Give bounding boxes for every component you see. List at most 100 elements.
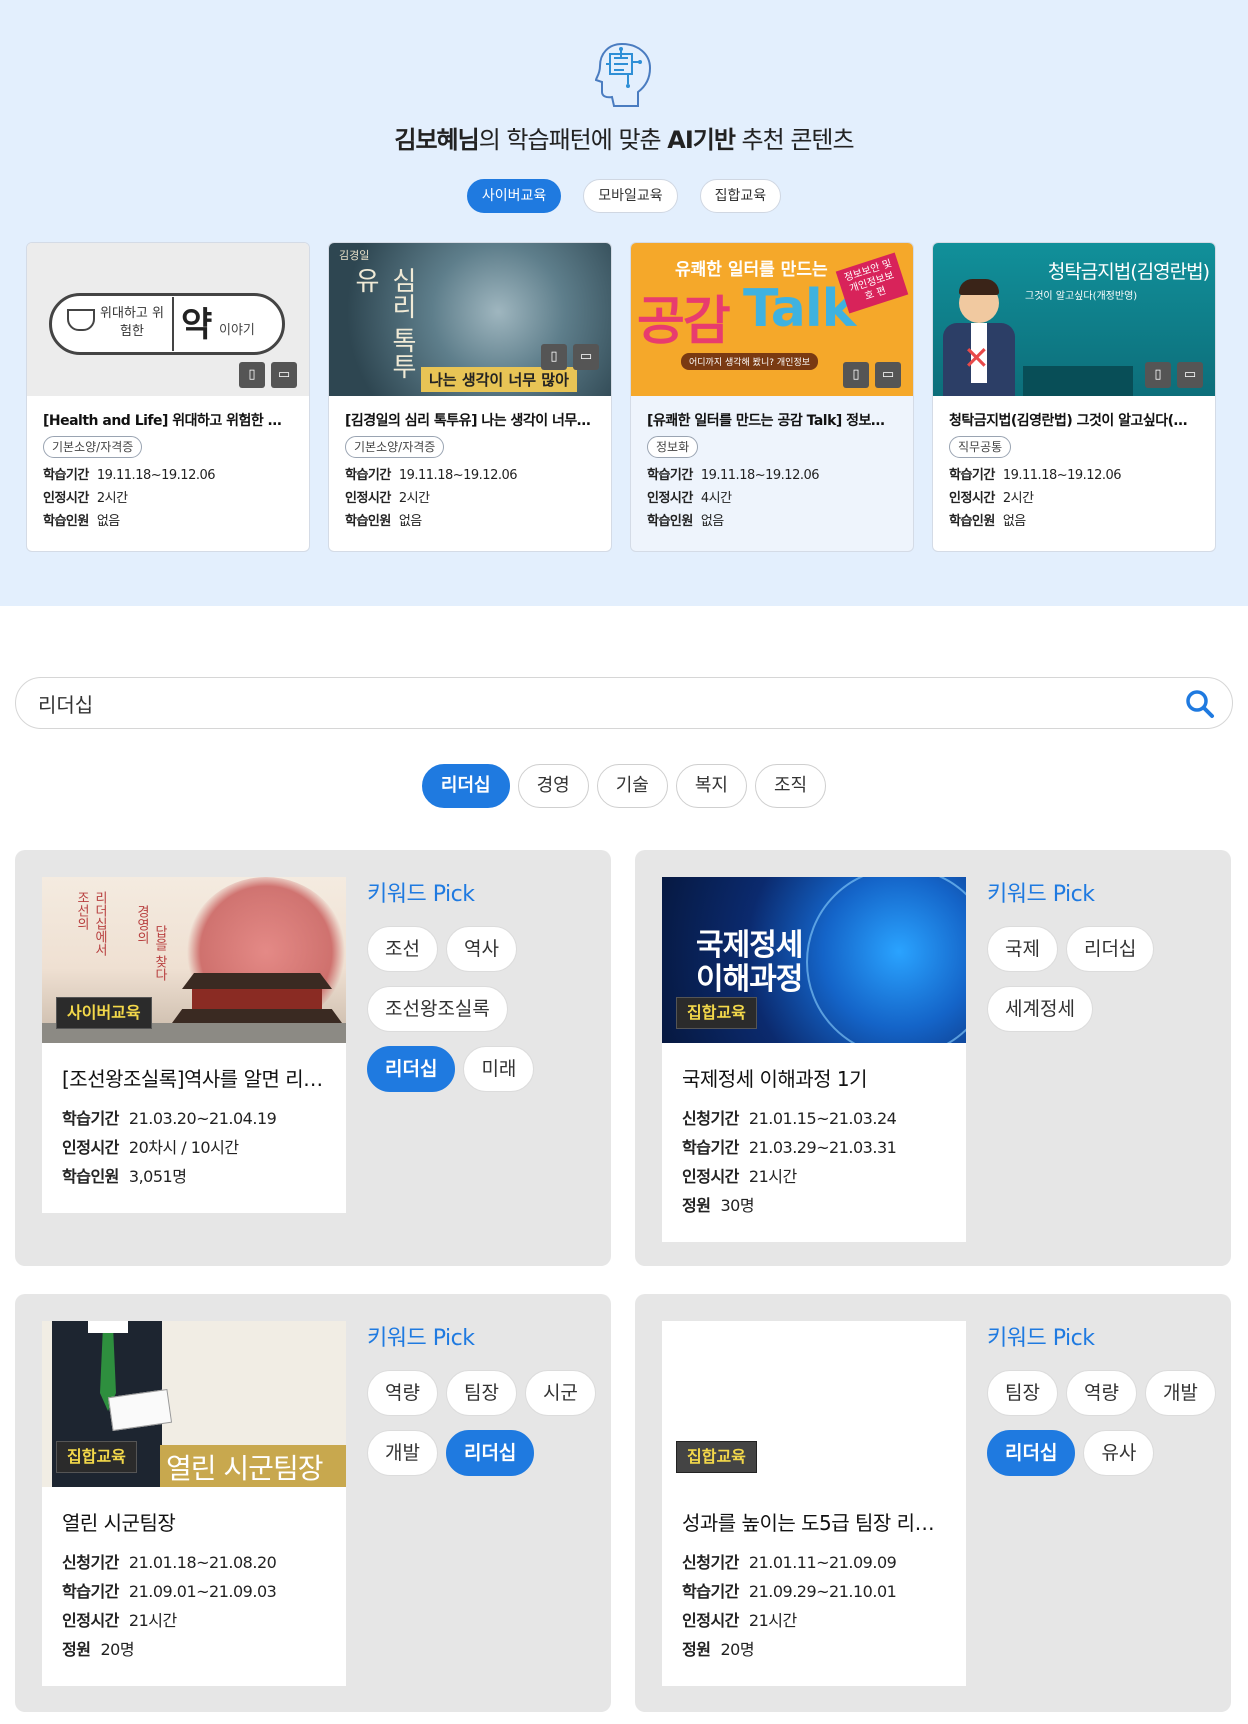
- category-badge: 기본소양/자격증: [345, 436, 445, 458]
- course-title[interactable]: [조선왕조실록]역사를 알면 리더십이 보인다: [62, 1063, 326, 1092]
- card-title[interactable]: 청탁금지법(김영란법) 그것이 알고싶다(개정반영): [949, 410, 1199, 430]
- pc-icon: ▭: [1177, 362, 1203, 388]
- ai-recommend-section: 김보혜님의 학습패턴에 맞춘 AI기반 추천 콘텐츠 사이버교육 모바일교육 집…: [0, 0, 1248, 606]
- course-card[interactable]: 조선의 리더십에서 경영의 답을 찾다 사이버교육 [조선왕조실록]역사를 알면…: [42, 877, 346, 1213]
- study-period: 학습기간 19.11.18~19.12.06: [43, 468, 216, 483]
- course-card[interactable]: 집합교육 성과를 높이는 도5급 팀장 리더십 신청기간 21.01.11~21.…: [662, 1321, 966, 1686]
- learners: 학습인원 없음: [949, 514, 1026, 529]
- keyword-tag[interactable]: 리더십: [445, 1430, 535, 1476]
- keyword-tag[interactable]: 리더십: [987, 1430, 1076, 1476]
- course-info-line: 학습인원 3,051명: [62, 1167, 187, 1186]
- thumb-text: 답을 찾다: [152, 925, 167, 982]
- keyword-tag[interactable]: 조선: [367, 926, 438, 972]
- keyword-tag[interactable]: 미래: [463, 1046, 535, 1092]
- course-info-line: 학습기간 21.03.29~21.03.31: [682, 1138, 897, 1157]
- keyword-tag[interactable]: 역량: [367, 1370, 438, 1416]
- course-info-line: 신청기간 21.01.18~21.08.20: [62, 1553, 277, 1572]
- recommend-card[interactable]: 김경일 심리 톡투유 나는 생각이 너무 많아 ▯ ▭ [김경일의 심리 톡투유…: [328, 242, 612, 552]
- course-box: 국제정세 이해과정 집합교육 국제정세 이해과정 1기 신청기간 21.01.15…: [635, 850, 1231, 1266]
- keyword-tag[interactable]: 개발: [1144, 1370, 1216, 1416]
- course-title[interactable]: 국제정세 이해과정 1기: [682, 1063, 946, 1092]
- keyword-tag-list: 역량 팀장 시군 개발 리더십: [367, 1370, 597, 1476]
- course-info-line: 정원 20명: [682, 1640, 755, 1659]
- course-card[interactable]: 열린 시군팀장 집합교육 열린 시군팀장 신청기간 21.01.18~21.08.…: [42, 1321, 346, 1686]
- keyword-tag[interactable]: 개발: [367, 1430, 438, 1476]
- keyword-tag[interactable]: 세계정세: [987, 986, 1093, 1032]
- keyword-tag-list: 팀장 역량 개발 리더십 유사: [987, 1370, 1217, 1476]
- keyword-tab-technology[interactable]: 기술: [596, 764, 668, 808]
- title-text: 의 학습패턴에 맞춘: [478, 126, 668, 154]
- course-info-line: 인정시간 20차시 / 10시간: [62, 1138, 239, 1157]
- keyword-tag[interactable]: 팀장: [445, 1370, 517, 1416]
- keyword-tab-management[interactable]: 경영: [517, 764, 589, 808]
- card-title[interactable]: [Health and Life] 위대하고 위험한 약 이야기: [43, 410, 293, 430]
- course-info-line: 신청기간 21.01.11~21.09.09: [682, 1553, 897, 1572]
- course-info-line: 학습기간 21.03.20~21.04.19: [62, 1109, 277, 1128]
- keyword-tag[interactable]: 조선왕조실록: [367, 986, 508, 1032]
- course-title[interactable]: 성과를 높이는 도5급 팀장 리더십: [682, 1507, 946, 1536]
- tab-mobile[interactable]: 모바일교육: [583, 179, 678, 213]
- card-title[interactable]: [유쾌한 일터를 만드는 공감 Talk] 정보보안 및 개인정보보호 편: [647, 410, 897, 430]
- learners: 학습인원 없음: [647, 514, 724, 529]
- keyword-tag[interactable]: 유사: [1083, 1430, 1155, 1476]
- thumb-text: 국제정세: [696, 928, 803, 963]
- keyword-pick: 키워드 Pick 역량 팀장 시군 개발 리더십: [367, 1320, 597, 1476]
- user-name: 김보혜님: [394, 126, 479, 154]
- thumb-text: 청탁금지법(김영란법): [1047, 261, 1210, 283]
- mobile-icon: ▯: [1145, 362, 1171, 388]
- course-box: 열린 시군팀장 집합교육 열린 시군팀장 신청기간 21.01.18~21.08.…: [15, 1294, 611, 1712]
- study-period: 학습기간 19.11.18~19.12.06: [647, 468, 820, 483]
- course-title[interactable]: 열린 시군팀장: [62, 1507, 326, 1536]
- pc-icon: ▭: [875, 362, 901, 388]
- mobile-icon: ▯: [843, 362, 869, 388]
- device-icons: ▯ ▭: [843, 362, 901, 388]
- card-title[interactable]: [김경일의 심리 톡투유] 나는 생각이 너무 많아: [345, 410, 595, 430]
- thumb-text: 약: [181, 305, 213, 345]
- course-info-line: 정원 30명: [682, 1196, 755, 1215]
- title-emphasis: AI기반: [667, 126, 736, 154]
- course-card[interactable]: 국제정세 이해과정 집합교육 국제정세 이해과정 1기 신청기간 21.01.15…: [662, 877, 966, 1242]
- course-thumbnail: 열린 시군팀장 집합교육: [42, 1321, 346, 1487]
- keyword-tag[interactable]: 시군: [524, 1370, 596, 1416]
- pc-icon: ▭: [573, 344, 599, 370]
- keyword-pick: 키워드 Pick 조선 역사 조선왕조실록 리더십 미래: [367, 876, 597, 1092]
- thumb-caption: 어디까지 생각해 봤니? 개인정보: [681, 353, 819, 370]
- course-type-badge: 사이버교육: [56, 997, 152, 1029]
- course-info-line: 인정시간 21시간: [682, 1167, 797, 1186]
- thumb-text: 김경일: [339, 249, 370, 262]
- keyword-pick: 키워드 Pick 팀장 역량 개발 리더십 유사: [987, 1320, 1217, 1476]
- category-badge: 기본소양/자격증: [43, 436, 143, 458]
- category-badge: 직무공통: [949, 436, 1012, 458]
- recommend-card[interactable]: 청탁금지법(김영란법) 그것이 알고싶다(개정반영) ✕ ▯ ▭ 청탁금지법(김…: [932, 242, 1216, 552]
- thumb-text: 경영의: [134, 905, 149, 944]
- keyword-tag[interactable]: 역량: [1065, 1370, 1137, 1416]
- thumb-text: 리더십에서: [92, 891, 107, 956]
- keyword-tag[interactable]: 팀장: [987, 1370, 1058, 1416]
- search-icon[interactable]: [1184, 688, 1216, 720]
- search-input[interactable]: [38, 678, 1138, 728]
- course-type-badge: 집합교육: [676, 997, 757, 1029]
- course-info-line: 학습기간 21.09.29~21.10.01: [682, 1582, 897, 1601]
- keyword-tab-leadership[interactable]: 리더십: [421, 764, 510, 808]
- thumb-text: Talk: [743, 279, 856, 339]
- recommend-card[interactable]: 위대하고 위험한 약 이야기 ▯ ▭ [Health and Life] 위대하…: [26, 242, 310, 552]
- credit-hours: 인정시간 2시간: [43, 491, 128, 506]
- keyword-tag[interactable]: 리더십: [1065, 926, 1155, 972]
- keyword-tag[interactable]: 국제: [987, 926, 1058, 972]
- keyword-tag[interactable]: 리더십: [367, 1046, 456, 1092]
- course-thumbnail: 조선의 리더십에서 경영의 답을 찾다 사이버교육: [42, 877, 346, 1043]
- card-thumbnail: 김경일 심리 톡투유 나는 생각이 너무 많아 ▯ ▭: [329, 243, 611, 396]
- course-box: 조선의 리더십에서 경영의 답을 찾다 사이버교육 [조선왕조실록]역사를 알면…: [15, 850, 611, 1266]
- keyword-tag[interactable]: 역사: [445, 926, 517, 972]
- course-thumbnail: 집합교육: [662, 1321, 966, 1487]
- credit-hours: 인정시간 4시간: [647, 491, 732, 506]
- keyword-tab-welfare[interactable]: 복지: [675, 764, 747, 808]
- learners: 학습인원 없음: [345, 514, 422, 529]
- tab-cyber[interactable]: 사이버교육: [466, 179, 562, 213]
- recommend-card[interactable]: 유쾌한 일터를 만드는 공감 Talk 정보보안 및 개인정보보호 편 어디까지…: [630, 242, 914, 552]
- keyword-tab-organization[interactable]: 조직: [754, 764, 827, 808]
- keyword-tag-list: 조선 역사 조선왕조실록 리더십 미래: [367, 926, 597, 1092]
- thumb-text: 이해과정: [696, 962, 803, 997]
- thumb-text: 유쾌한 일터를 만드는: [675, 260, 828, 280]
- tab-group[interactable]: 집합교육: [699, 179, 782, 213]
